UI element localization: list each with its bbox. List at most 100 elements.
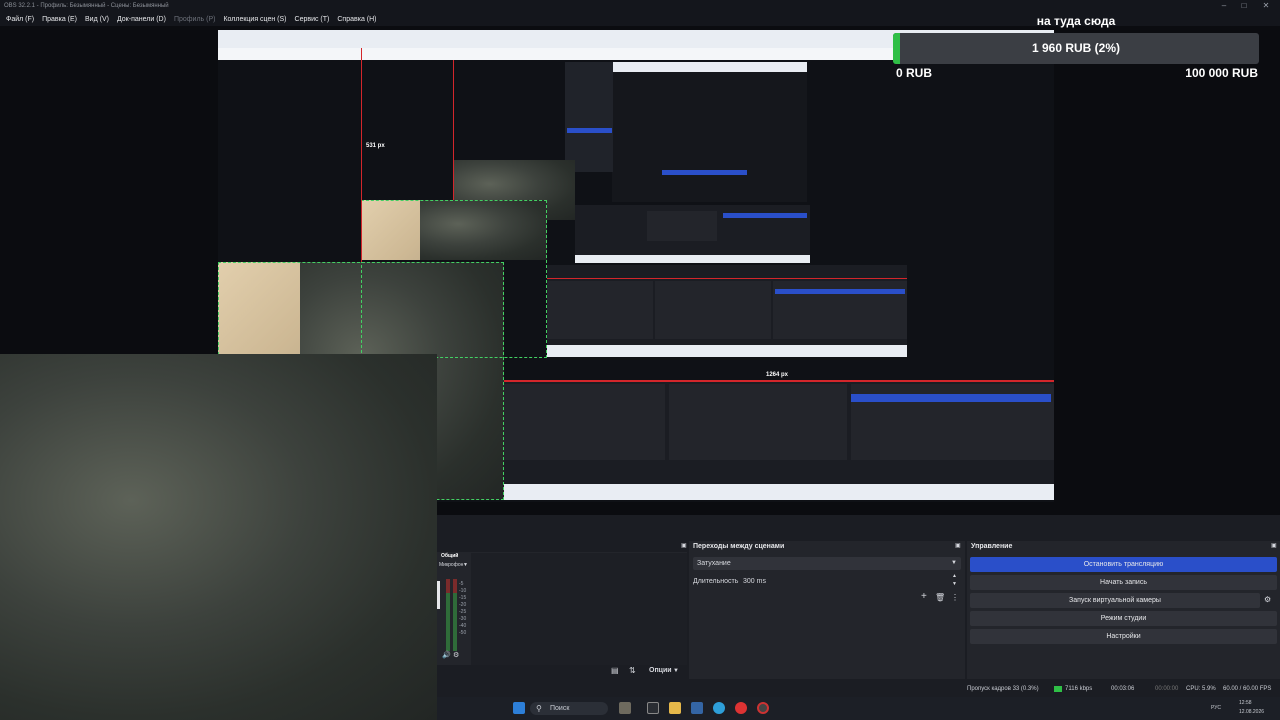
scenes-list[interactable] — [471, 553, 687, 665]
selection-box-green-2 — [361, 200, 547, 358]
chevron-down-icon[interactable]: ▼ — [463, 562, 468, 568]
controls-dock: Управление ▣ Остановить трансляцию Начат… — [967, 541, 1280, 679]
menu-edit[interactable]: Правка (E) — [40, 16, 79, 23]
stepper-up-icon[interactable]: ▲ — [952, 573, 957, 579]
stream-time: 00:03:06 — [1111, 686, 1135, 692]
options-button[interactable]: Опции — [649, 667, 672, 674]
window-title: OBS 32.2.1 - Профиль: Безымянный - Сцены… — [4, 3, 169, 9]
more-icon[interactable]: ⋮ — [951, 593, 959, 602]
db-label: -10 — [459, 588, 467, 594]
meter-right-peak — [453, 579, 457, 593]
mixer-dock: ▣ Общий Микрофон ▼ -5 -10 -15 -20 -25 -3… — [437, 541, 687, 665]
menu-scene-collection[interactable]: Коллекция сцен (S) — [221, 16, 288, 23]
transitions-dock: Переходы между сценами ▣ Затухание ▼ Дли… — [689, 541, 965, 679]
db-label: -40 — [459, 623, 467, 629]
studio-mode-button[interactable]: Режим студии — [970, 611, 1277, 626]
add-icon[interactable]: + — [921, 591, 927, 602]
menu-help[interactable]: Справка (H) — [335, 16, 378, 23]
meter-left-peak — [446, 579, 450, 593]
fps: 60.00 / 60.00 FPS — [1223, 686, 1272, 692]
bitrate-icon — [1054, 686, 1062, 692]
yandex-icon[interactable] — [735, 702, 747, 714]
windows-start-icon[interactable] — [513, 702, 525, 714]
db-label: -50 — [459, 630, 467, 636]
record-time: 00:00:00 — [1155, 686, 1179, 692]
stop-stream-button[interactable]: Остановить трансляцию — [970, 557, 1277, 572]
store-icon[interactable] — [691, 702, 703, 714]
menu-tools[interactable]: Сервис (T) — [293, 16, 332, 23]
widgets-icon[interactable] — [619, 702, 631, 714]
menu-file[interactable]: Файл (F) — [4, 16, 36, 23]
db-label: -30 — [459, 616, 467, 622]
options-chevron-icon[interactable]: ▼ — [673, 668, 679, 674]
menu-profile: Профиль (P) — [173, 15, 216, 23]
taskbar-search[interactable]: ⚲ Поиск — [530, 702, 608, 715]
guide-line-left — [361, 48, 362, 262]
guide-line-left-2 — [453, 60, 454, 200]
transition-select-value: Затухание — [697, 560, 731, 567]
speaker-icon[interactable]: 🔊 — [442, 651, 451, 659]
nested-capture-4 — [612, 62, 807, 202]
nested-menu-highlight — [567, 128, 612, 133]
cpu-usage: CPU: 5.9% — [1186, 686, 1216, 692]
minimize-icon[interactable]: – — [1214, 0, 1234, 12]
goal-min-label: 0 RUB — [896, 66, 933, 80]
db-label: -25 — [459, 609, 467, 615]
nested-menu-list — [565, 62, 613, 172]
window-titlebar: OBS 32.2.1 - Профиль: Безымянный - Сцены… — [0, 0, 1280, 12]
close-icon[interactable]: ✕ — [1256, 0, 1276, 12]
task-view-icon[interactable] — [647, 702, 659, 714]
search-icon: ⚲ — [536, 704, 542, 713]
duration-label: Длительность — [693, 578, 739, 585]
mixer-tab[interactable]: Общий — [441, 553, 458, 559]
dock-undock-icon[interactable]: ▣ — [1271, 542, 1277, 549]
list-icon[interactable]: ▤ — [611, 666, 619, 675]
folder-icon[interactable] — [669, 702, 681, 714]
goal-progress-text: 1 960 RUB (2%) — [1031, 41, 1121, 55]
controls-title: Управление — [971, 543, 1013, 550]
guide-label-width: 1264 px — [766, 372, 789, 378]
stepper-down-icon[interactable]: ▼ — [952, 581, 957, 587]
db-label: -5 — [459, 581, 464, 587]
virtual-camera-button[interactable]: Запуск виртуальной камеры — [970, 593, 1260, 608]
status-bar: Пропуск кадров 33 (0.3%) 7116 kbps 00:03… — [437, 683, 1280, 695]
chevron-down-icon[interactable]: ▼ — [951, 557, 957, 570]
clock-time[interactable]: 12:58 — [1239, 700, 1252, 706]
maximize-icon[interactable]: □ — [1234, 0, 1254, 12]
guide-line-top — [503, 380, 1054, 382]
webcam-source-main[interactable] — [0, 354, 437, 720]
nested-capture-3 — [575, 205, 810, 263]
scenes-toolbar: ▤ ⇅ Опции ▼ — [437, 665, 687, 679]
mixer-db-scale: -5 -10 -15 -20 -25 -30 -40 -50 — [459, 581, 466, 637]
transitions-title: Переходы между сценами — [693, 543, 785, 550]
volume-slider[interactable] — [437, 581, 440, 609]
browser-icon[interactable] — [713, 702, 725, 714]
goal-title: на туда сюда — [1036, 14, 1116, 28]
duration-input[interactable]: 300 ms — [741, 575, 957, 588]
menu-view[interactable]: Вид (V) — [83, 16, 111, 23]
start-record-button[interactable]: Начать запись — [970, 575, 1277, 590]
trash-icon[interactable]: 🗑 — [935, 593, 945, 602]
mixer-settings-icon[interactable]: ⚙ — [453, 651, 459, 659]
bitrate: 7116 kbps — [1065, 686, 1093, 692]
language-indicator[interactable]: РУС — [1211, 705, 1221, 711]
mixer-track-name: Микрофон — [439, 562, 464, 568]
dropped-frames: Пропуск кадров 33 (0.3%) — [967, 686, 1039, 692]
settings-button[interactable]: Настройки — [970, 629, 1277, 644]
gear-icon[interactable]: ⚙ — [1264, 595, 1271, 604]
transition-select[interactable]: Затухание ▼ — [693, 557, 961, 570]
db-label: -15 — [459, 595, 467, 601]
menu-docks[interactable]: Док-панели (D) — [115, 16, 168, 23]
duration-value: 300 ms — [743, 578, 766, 585]
guide-label-height: 531 px — [366, 143, 385, 149]
dock-undock-icon[interactable]: ▣ — [955, 542, 961, 549]
db-label: -20 — [459, 602, 467, 608]
guide-line-2 — [547, 278, 907, 279]
link-icon[interactable]: ⇅ — [629, 666, 636, 675]
nested-capture-1 — [503, 380, 1054, 500]
search-placeholder: Поиск — [550, 705, 570, 712]
obs-icon[interactable] — [757, 702, 769, 714]
dock-undock-icon[interactable]: ▣ — [681, 542, 687, 549]
goal-max-label: 100 000 RUB — [1185, 66, 1258, 80]
clock-date[interactable]: 12.08.2026 — [1239, 709, 1264, 715]
